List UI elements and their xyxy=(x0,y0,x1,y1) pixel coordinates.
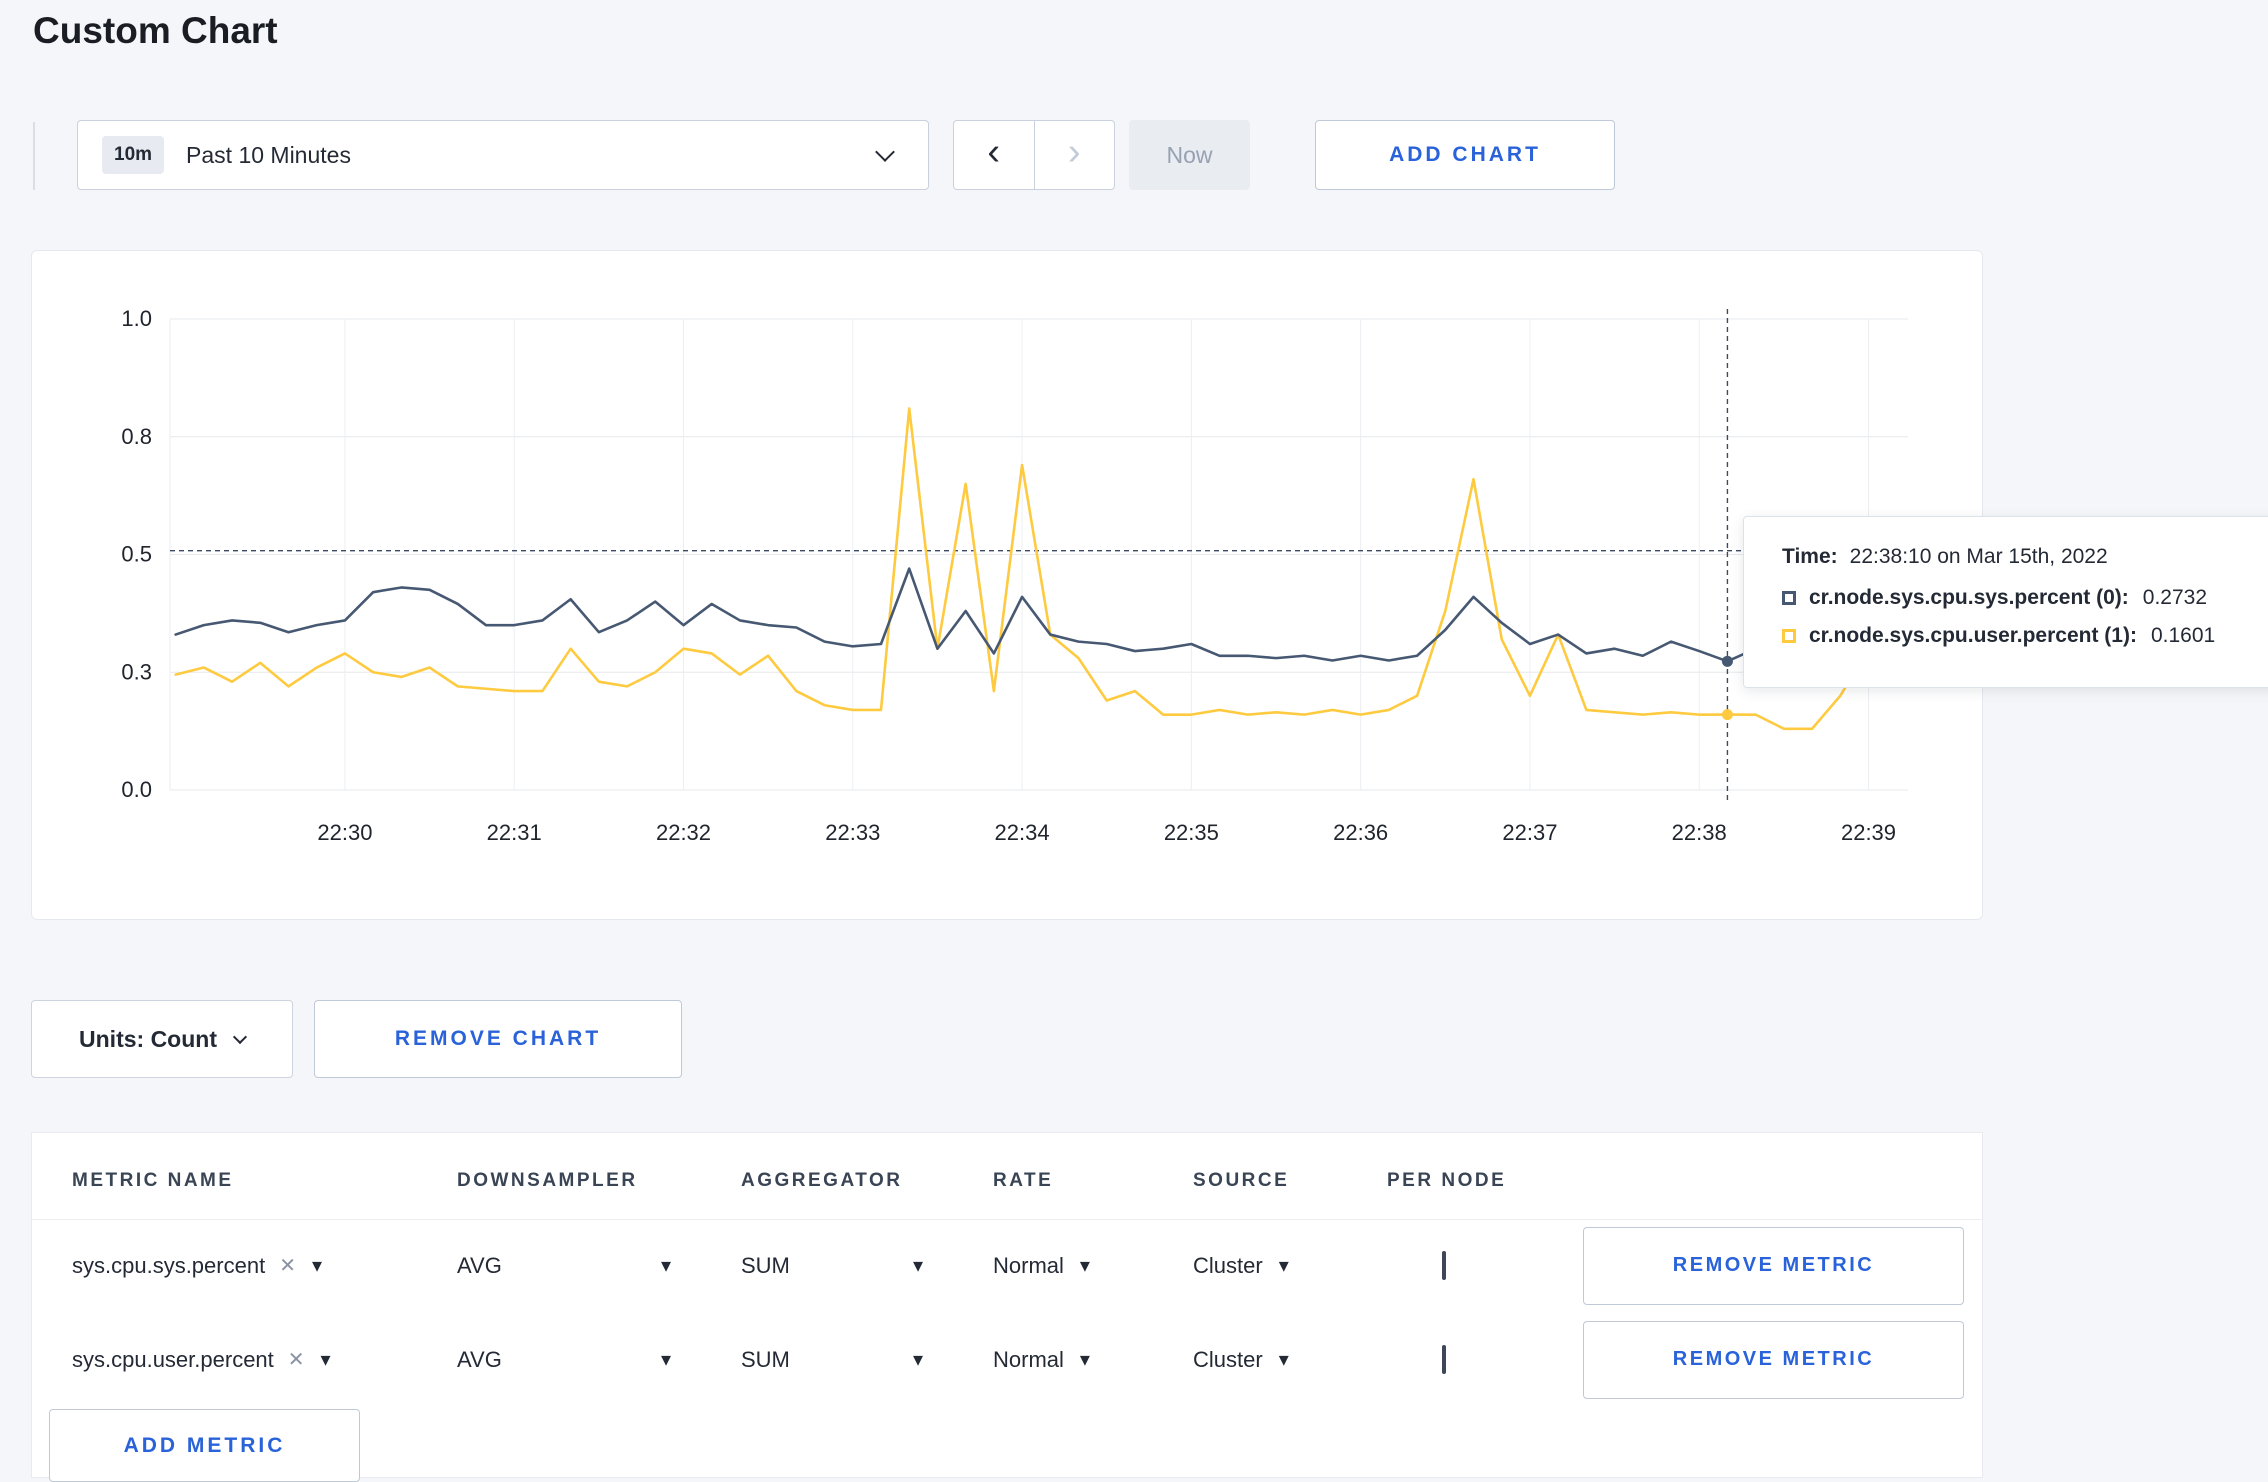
time-nav-group: ‹ › xyxy=(953,120,1115,190)
svg-text:22:37: 22:37 xyxy=(1502,820,1557,845)
col-header-rate: RATE xyxy=(993,1170,1054,1191)
svg-text:22:38: 22:38 xyxy=(1672,820,1727,845)
svg-text:22:39: 22:39 xyxy=(1841,820,1896,845)
svg-text:1.0: 1.0 xyxy=(121,306,152,331)
caret-down-icon: ▾ xyxy=(660,1349,671,1371)
svg-text:22:30: 22:30 xyxy=(317,820,372,845)
per-node-checkbox[interactable] xyxy=(1442,1344,1446,1374)
col-header-aggregator: AGGREGATOR xyxy=(741,1170,903,1191)
col-header-per-node: PER NODE xyxy=(1387,1170,1507,1191)
caret-down-icon: ▾ xyxy=(311,1255,322,1277)
aggregator-value: SUM xyxy=(741,1252,790,1278)
clear-metric-icon[interactable]: ✕ xyxy=(279,1253,296,1278)
metric-name-value: sys.cpu.sys.percent xyxy=(72,1252,266,1278)
remove-metric-button[interactable]: REMOVE METRIC xyxy=(1583,1320,1964,1399)
caret-down-icon: ▾ xyxy=(320,1349,331,1371)
remove-chart-button[interactable]: REMOVE CHART xyxy=(314,1000,682,1078)
per-node-checkbox[interactable] xyxy=(1442,1250,1446,1280)
chevron-down-icon xyxy=(232,1029,248,1044)
caret-down-icon: ▾ xyxy=(1079,1349,1090,1371)
page-title: Custom Chart xyxy=(33,10,278,51)
metric-row: sys.cpu.user.percent ✕ ▾ AVG ▾ SUM ▾ Nor… xyxy=(72,1313,1964,1406)
source-value: Cluster xyxy=(1193,1346,1263,1372)
aggregator-value: SUM xyxy=(741,1346,790,1372)
series-sys-marker-icon xyxy=(1782,591,1796,605)
col-header-source: SOURCE xyxy=(1193,1170,1290,1191)
prev-arrow-icon: ‹ xyxy=(987,131,1001,173)
aggregator-select[interactable]: SUM ▾ xyxy=(741,1347,993,1373)
clear-metric-icon[interactable]: ✕ xyxy=(288,1347,305,1372)
svg-text:0.8: 0.8 xyxy=(121,424,152,449)
metrics-table: METRIC NAME DOWNSAMPLER AGGREGATOR RATE … xyxy=(31,1132,1984,1482)
source-select[interactable]: Cluster ▾ xyxy=(1193,1253,1387,1279)
rate-value: Normal xyxy=(993,1346,1064,1372)
svg-text:22:36: 22:36 xyxy=(1333,820,1388,845)
rate-select[interactable]: Normal ▾ xyxy=(993,1347,1193,1373)
svg-text:22:31: 22:31 xyxy=(487,820,542,845)
caret-down-icon: ▾ xyxy=(912,1255,923,1277)
now-button[interactable]: Now xyxy=(1129,120,1250,190)
svg-text:0.3: 0.3 xyxy=(121,659,152,684)
caret-down-icon: ▾ xyxy=(1079,1255,1090,1277)
svg-text:22:32: 22:32 xyxy=(656,820,711,845)
remove-metric-button[interactable]: REMOVE METRIC xyxy=(1583,1226,1964,1305)
chevron-down-icon xyxy=(875,142,895,162)
tooltip-series-name: cr.node.sys.cpu.sys.percent (0): xyxy=(1809,586,2129,609)
units-dropdown[interactable]: Units: Count xyxy=(31,1000,293,1078)
tooltip-series-row: cr.node.sys.cpu.sys.percent (0): 0.2732 xyxy=(1782,586,2268,610)
add-chart-button[interactable]: ADD CHART xyxy=(1315,120,1615,190)
time-range-dropdown[interactable]: 10m Past 10 Minutes xyxy=(77,120,929,190)
caret-down-icon: ▾ xyxy=(912,1349,923,1371)
col-header-metric-name: METRIC NAME xyxy=(72,1170,234,1191)
metric-row: sys.cpu.sys.percent ✕ ▾ AVG ▾ SUM ▾ Norm… xyxy=(72,1219,1964,1312)
tooltip-time-row: Time: 22:38:10 on Mar 15th, 2022 xyxy=(1782,545,2268,569)
units-label: Units: Count xyxy=(79,1025,217,1052)
time-range-badge: 10m xyxy=(102,136,165,174)
caret-down-icon: ▾ xyxy=(1278,1349,1289,1371)
metrics-chart[interactable]: 0.0 0.3 0.5 0.8 1.0 22:30 22:31 22:32 22:33 22:34… xyxy=(32,251,1984,921)
downsampler-select[interactable]: AVG ▾ xyxy=(457,1253,741,1279)
svg-text:22:33: 22:33 xyxy=(825,820,880,845)
tooltip-series-value: 0.1601 xyxy=(2150,624,2216,647)
tooltip-series-name: cr.node.sys.cpu.user.percent (1): xyxy=(1809,624,2137,647)
svg-text:0.5: 0.5 xyxy=(121,542,152,567)
svg-text:22:35: 22:35 xyxy=(1164,820,1219,845)
tooltip-series-row: cr.node.sys.cpu.user.percent (1): 0.1601 xyxy=(1782,624,2268,648)
downsampler-select[interactable]: AVG ▾ xyxy=(457,1347,741,1373)
metric-name-value: sys.cpu.user.percent xyxy=(72,1346,274,1372)
svg-text:0.0: 0.0 xyxy=(121,777,152,802)
metric-name-select[interactable]: sys.cpu.user.percent ✕ ▾ xyxy=(72,1347,457,1373)
col-header-downsampler: DOWNSAMPLER xyxy=(457,1170,638,1191)
metric-name-select[interactable]: sys.cpu.sys.percent ✕ ▾ xyxy=(72,1253,457,1279)
downsampler-value: AVG xyxy=(457,1252,502,1278)
time-range-label: Past 10 Minutes xyxy=(186,141,351,168)
series-user-marker-icon xyxy=(1782,629,1796,643)
rate-select[interactable]: Normal ▾ xyxy=(993,1253,1193,1279)
source-value: Cluster xyxy=(1193,1252,1263,1278)
svg-text:22:34: 22:34 xyxy=(995,820,1050,845)
time-prev-button[interactable]: ‹ xyxy=(953,120,1035,190)
add-metric-button[interactable]: ADD METRIC xyxy=(49,1409,360,1482)
toolbar-divider xyxy=(33,122,35,190)
tooltip-series-value: 0.2732 xyxy=(2142,586,2208,609)
next-arrow-icon: › xyxy=(1067,131,1081,173)
chart-card: 0.0 0.3 0.5 0.8 1.0 22:30 22:31 22:32 22:33 22:34… xyxy=(31,250,1983,920)
metrics-table-header: METRIC NAME DOWNSAMPLER AGGREGATOR RATE … xyxy=(72,1161,1583,1201)
tooltip-time-value: 22:38:10 on Mar 15th, 2022 xyxy=(1849,545,2108,568)
time-next-button[interactable]: › xyxy=(1033,120,1115,190)
caret-down-icon: ▾ xyxy=(660,1255,671,1277)
caret-down-icon: ▾ xyxy=(1278,1255,1289,1277)
rate-value: Normal xyxy=(993,1252,1064,1278)
downsampler-value: AVG xyxy=(457,1346,502,1372)
chart-tooltip: Time: 22:38:10 on Mar 15th, 2022 cr.node.… xyxy=(1743,516,2268,688)
aggregator-select[interactable]: SUM ▾ xyxy=(741,1253,993,1279)
source-select[interactable]: Cluster ▾ xyxy=(1193,1347,1387,1373)
tooltip-time-label: Time: xyxy=(1782,545,1838,568)
